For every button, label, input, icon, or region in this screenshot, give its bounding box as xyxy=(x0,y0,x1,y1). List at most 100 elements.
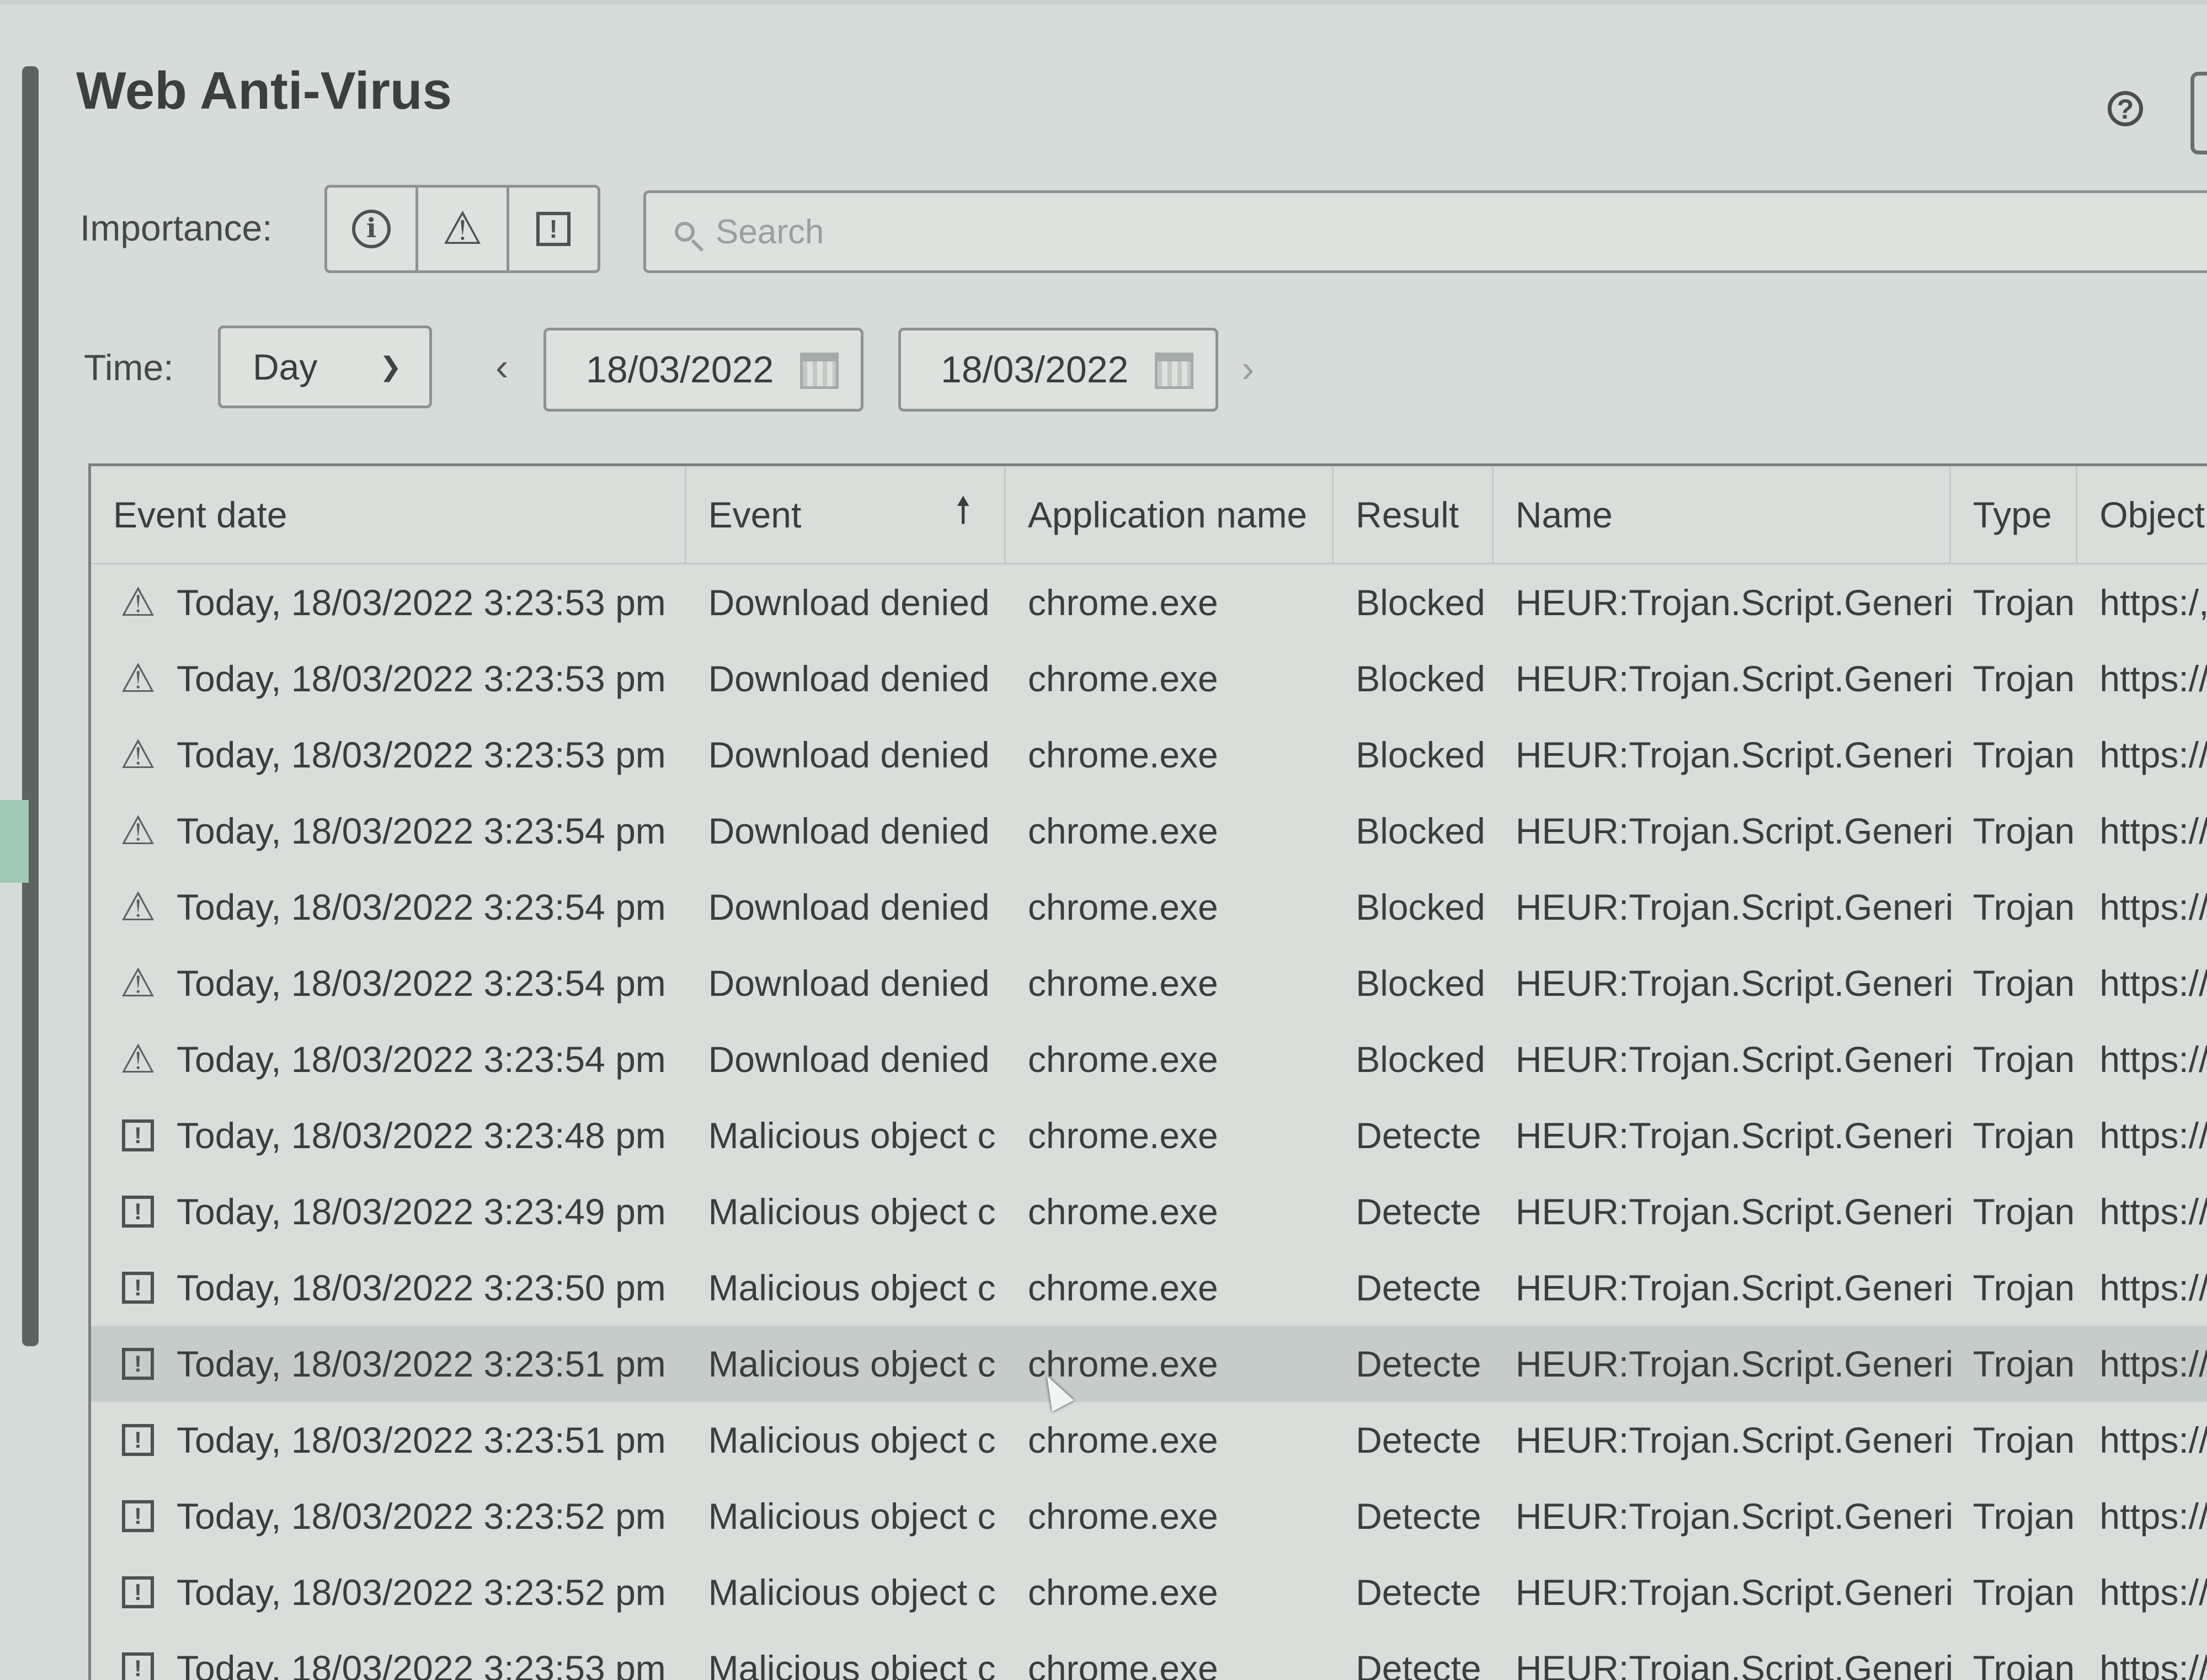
next-period-button[interactable]: › xyxy=(1241,346,1254,391)
column-header-object[interactable]: Object xyxy=(2077,466,2207,563)
type-cell: Trojan xyxy=(1973,810,2075,851)
warning-icon: ⚠ xyxy=(119,887,157,927)
application-cell: chrome.exe xyxy=(1027,1115,1218,1156)
table-row[interactable]: ⚠ Today, 18/03/2022 3:23:54 pm Download de… xyxy=(91,869,2207,945)
importance-warning-button[interactable]: ⚠ xyxy=(418,188,509,270)
threat-name-cell: HEUR:Trojan.Script.Generic xyxy=(1515,1420,1951,1460)
date-to-value: 18/03/2022 xyxy=(941,349,1129,391)
application-cell: chrome.exe xyxy=(1027,1267,1218,1308)
date-from-field[interactable]: 18/03/2022 xyxy=(543,328,863,412)
help-icon[interactable]: ? xyxy=(2108,91,2143,126)
column-header-event-date[interactable]: Event date xyxy=(91,466,686,563)
table-row[interactable]: ! Today, 18/03/2022 3:23:50 pm Malicious o… xyxy=(91,1250,2207,1326)
application-cell: chrome.exe xyxy=(1027,1039,1218,1080)
type-cell: Trojan xyxy=(1973,658,2075,699)
table-row[interactable]: ! Today, 18/03/2022 3:23:52 pm Malicious o… xyxy=(91,1478,2207,1554)
window-control-edge[interactable] xyxy=(2190,72,2207,154)
table-row[interactable]: ⚠ Today, 18/03/2022 3:23:53 pm Download de… xyxy=(91,641,2207,717)
warning-icon: ⚠ xyxy=(119,1039,157,1079)
event-date-text: Today, 18/03/2022 3:23:49 pm xyxy=(177,1191,666,1232)
threat-name-cell: HEUR:Trojan.Script.Generic xyxy=(1515,1496,1951,1537)
object-cell: https://ku xyxy=(2099,1420,2207,1460)
application-cell: chrome.exe xyxy=(1027,810,1218,851)
info-icon: i xyxy=(352,210,391,248)
application-cell: chrome.exe xyxy=(1027,734,1218,775)
event-cell: Malicious object c xyxy=(708,1115,996,1156)
type-cell: Trojan xyxy=(1973,1039,2075,1080)
table-row[interactable]: ! Today, 18/03/2022 3:23:48 pm Malicious o… xyxy=(91,1097,2207,1174)
object-cell: https://ku xyxy=(2099,1343,2207,1384)
event-date-text: Today, 18/03/2022 3:23:54 pm xyxy=(177,810,666,851)
warning-icon: ⚠ xyxy=(119,963,157,1003)
application-cell: chrome.exe xyxy=(1027,963,1218,1004)
critical-icon: ! xyxy=(119,1348,157,1380)
event-cell: Download denied xyxy=(708,582,990,623)
application-cell: chrome.exe xyxy=(1027,658,1218,699)
event-cell: Malicious object c xyxy=(708,1267,996,1308)
event-date-text: Today, 18/03/2022 3:23:53 pm xyxy=(177,658,666,699)
time-period-dropdown[interactable]: Day ❯ xyxy=(218,326,432,408)
type-cell: Trojan xyxy=(1973,1420,2075,1460)
calendar-icon[interactable] xyxy=(800,353,839,389)
event-cell: Malicious object c xyxy=(708,1572,996,1613)
object-cell: https:// xyxy=(2099,734,2207,775)
table-row[interactable]: ! Today, 18/03/2022 3:23:53 pm Malicious o… xyxy=(91,1630,2207,1680)
event-date-text: Today, 18/03/2022 3:23:51 pm xyxy=(177,1343,666,1384)
event-date-cell: ⚠ Today, 18/03/2022 3:23:53 pm xyxy=(91,582,686,623)
event-cell: Download denied xyxy=(708,887,990,927)
previous-period-button[interactable]: ‹ xyxy=(495,345,508,389)
warning-icon: ⚠ xyxy=(119,659,157,698)
warning-icon: ⚠ xyxy=(119,735,157,775)
table-row[interactable]: ⚠ Today, 18/03/2022 3:23:53 pm Download de… xyxy=(91,564,2207,641)
event-date-text: Today, 18/03/2022 3:23:52 pm xyxy=(177,1496,666,1537)
result-cell: Blocked xyxy=(1356,963,1485,1004)
importance-glyph: ⚠ xyxy=(120,582,156,623)
critical-icon: ! xyxy=(536,212,571,246)
event-date-cell: ! Today, 18/03/2022 3:23:52 pm xyxy=(91,1571,686,1613)
threat-name-cell: HEUR:Trojan.Script.Generic xyxy=(1515,810,1951,851)
column-header-name[interactable]: Name xyxy=(1494,466,1951,563)
date-to-field[interactable]: 18/03/2022 xyxy=(898,328,1218,412)
event-cell: Download denied xyxy=(708,658,990,699)
table-row[interactable]: ! Today, 18/03/2022 3:23:52 pm Malicious o… xyxy=(91,1554,2207,1630)
table-row[interactable]: ⚠ Today, 18/03/2022 3:23:53 pm Download de… xyxy=(91,717,2207,793)
event-date-text: Today, 18/03/2022 3:23:54 pm xyxy=(177,1039,666,1080)
object-cell: https://ku xyxy=(2099,1191,2207,1232)
application-cell: chrome.exe xyxy=(1027,1572,1218,1613)
event-date-cell: ! Today, 18/03/2022 3:23:48 pm xyxy=(91,1114,686,1156)
threat-name-cell: HEUR:Trojan.Script.Generic xyxy=(1515,887,1951,927)
threat-name-cell: HEUR:Trojan.Script.Generic xyxy=(1515,1648,1951,1680)
event-date-text: Today, 18/03/2022 3:23:48 pm xyxy=(177,1115,666,1156)
event-date-cell: ! Today, 18/03/2022 3:23:52 pm xyxy=(91,1495,686,1537)
importance-critical-button[interactable]: ! xyxy=(509,188,598,270)
column-header-result[interactable]: Result xyxy=(1334,466,1494,563)
column-header-application-name[interactable]: Application name xyxy=(1006,466,1334,563)
result-cell: Blocked xyxy=(1356,658,1485,699)
column-header-type[interactable]: Type xyxy=(1951,466,2078,563)
column-header-event-label: Event xyxy=(708,494,802,535)
table-row[interactable]: ! Today, 18/03/2022 3:23:51 pm Malicious o… xyxy=(91,1326,2207,1402)
object-cell: https:// xyxy=(2099,810,2207,851)
type-cell: Trojan xyxy=(1973,1267,2075,1308)
table-row[interactable]: ⚠ Today, 18/03/2022 3:23:54 pm Download de… xyxy=(91,1021,2207,1097)
importance-filter-group: i ⚠ ! xyxy=(324,185,600,273)
calendar-icon[interactable] xyxy=(1155,353,1193,389)
result-cell: Detecte xyxy=(1356,1420,1481,1460)
event-cell: Download denied xyxy=(708,810,990,851)
type-cell: Trojan xyxy=(1973,1572,2075,1613)
importance-info-button[interactable]: i xyxy=(327,188,418,270)
critical-icon: ! xyxy=(119,1576,157,1608)
importance-glyph: ! xyxy=(122,1272,154,1304)
table-row[interactable]: ! Today, 18/03/2022 3:23:49 pm Malicious o… xyxy=(91,1174,2207,1250)
critical-icon: ! xyxy=(119,1652,157,1680)
table-row[interactable]: ⚠ Today, 18/03/2022 3:23:54 pm Download de… xyxy=(91,793,2207,869)
column-header-event[interactable]: Event 🠕 xyxy=(686,466,1006,563)
table-row[interactable]: ⚠ Today, 18/03/2022 3:23:54 pm Download de… xyxy=(91,945,2207,1021)
application-cell: chrome.exe xyxy=(1027,1191,1218,1232)
event-date-cell: ⚠ Today, 18/03/2022 3:23:53 pm xyxy=(91,734,686,776)
object-cell: https://k xyxy=(2099,1039,2207,1080)
table-row[interactable]: ! Today, 18/03/2022 3:23:51 pm Malicious o… xyxy=(91,1402,2207,1478)
event-cell: Malicious object c xyxy=(708,1648,996,1680)
search-input[interactable]: Search xyxy=(643,190,2207,273)
left-scrollbar[interactable] xyxy=(22,66,39,1346)
